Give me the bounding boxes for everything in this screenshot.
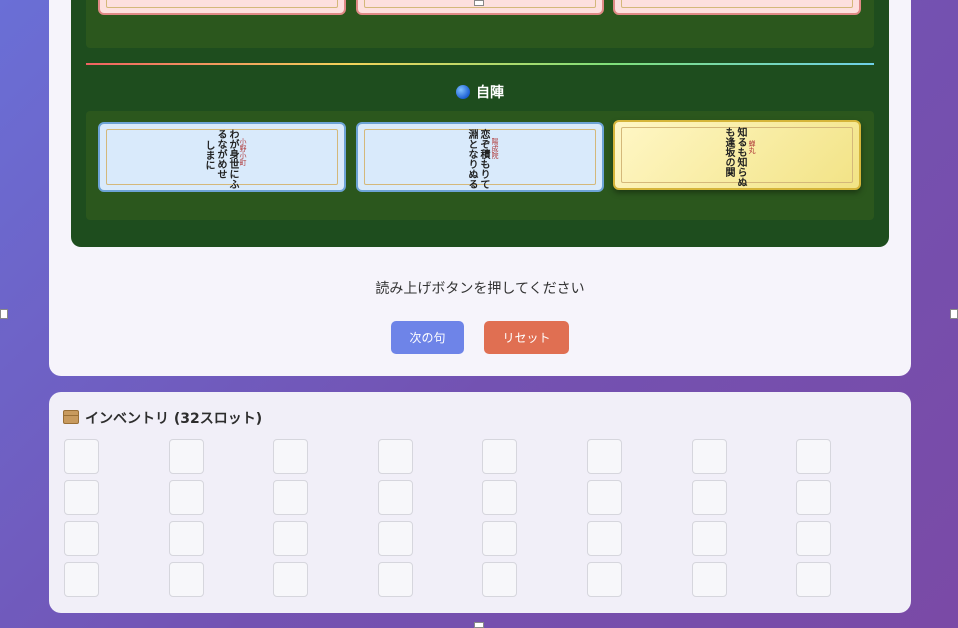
package-icon	[63, 410, 79, 424]
opponent-zone: れよ れば りと	[86, 0, 874, 48]
card-self-1[interactable]: 小野小町 わが身世にふ るながめせ しまに	[98, 122, 346, 192]
inventory-slot[interactable]	[482, 480, 518, 515]
blue-circle-icon	[456, 85, 470, 99]
card-opponent-3[interactable]: りと	[613, 0, 861, 15]
card-opponent-1[interactable]: れよ	[98, 0, 346, 15]
inventory-slot[interactable]	[168, 439, 204, 474]
inventory-slot[interactable]	[587, 562, 622, 597]
inventory-slot[interactable]	[482, 521, 518, 556]
inventory-slot[interactable]	[796, 562, 832, 597]
inventory-slot[interactable]	[796, 521, 832, 556]
card-line: しまに	[203, 140, 214, 170]
card-poet: 蝉丸	[748, 140, 756, 154]
card-frame	[106, 0, 338, 8]
inventory-slot[interactable]	[691, 480, 727, 515]
card-poet: 小野小町	[239, 138, 247, 166]
inventory-slot[interactable]	[168, 562, 204, 597]
inventory-slot[interactable]	[377, 562, 413, 597]
karuta-board: れよ れば りと 自陣 小野小町 わが身世にふ るながめせ しまに 陽成院 恋ぞ…	[71, 0, 889, 247]
inventory-slot[interactable]	[587, 439, 622, 474]
inventory-slot[interactable]	[273, 562, 309, 597]
card-line: 恋ぞ積もりて	[478, 129, 489, 189]
inventory-slot[interactable]	[691, 562, 727, 597]
inventory-slot[interactable]	[377, 521, 413, 556]
card-self-3[interactable]: 蝉丸 知るも知らぬ も逢坂の関	[613, 120, 861, 190]
inventory-slot[interactable]	[587, 480, 622, 515]
status-message: 読み上げボタンを押してください	[375, 281, 585, 297]
card-line: 知るも知らぬ	[735, 127, 746, 187]
inventory-slot[interactable]	[377, 439, 413, 474]
inventory-slot[interactable]	[168, 480, 204, 515]
card-line: 淵となりぬる	[466, 129, 477, 189]
resize-handle-bottom[interactable]	[474, 622, 484, 628]
resize-handle-top[interactable]	[474, 0, 484, 6]
inventory-slot[interactable]	[273, 480, 309, 515]
card-line: も逢坂の関	[723, 127, 734, 177]
resize-handle-left[interactable]	[0, 309, 8, 319]
inventory-slot[interactable]	[482, 562, 518, 597]
self-zone: 小野小町 わが身世にふ るながめせ しまに 陽成院 恋ぞ積もりて 淵となりぬる …	[86, 111, 874, 220]
resize-handle-right[interactable]	[950, 309, 958, 319]
inventory-slot[interactable]	[482, 439, 518, 474]
inventory-slot[interactable]	[691, 521, 727, 556]
self-zone-title: 自陣	[476, 85, 504, 101]
next-verse-button[interactable]: 次の句	[391, 321, 464, 354]
inventory-title-text: インベントリ (32スロット)	[85, 411, 263, 427]
zone-divider	[86, 63, 874, 65]
inventory-panel: インベントリ (32スロット)	[49, 392, 911, 613]
inventory-slot[interactable]	[273, 521, 309, 556]
inventory-slot[interactable]	[377, 480, 413, 515]
card-line: わが身世にふ	[227, 129, 238, 189]
inventory-slot[interactable]	[64, 480, 99, 515]
inventory-slot[interactable]	[796, 480, 832, 515]
inventory-title: インベントリ (32スロット)	[63, 408, 262, 428]
inventory-slot[interactable]	[796, 439, 832, 474]
inventory-slot[interactable]	[691, 439, 727, 474]
inventory-slot[interactable]	[64, 439, 99, 474]
card-line: るながめせ	[215, 129, 226, 179]
card-frame	[621, 0, 853, 8]
card-self-2[interactable]: 陽成院 恋ぞ積もりて 淵となりぬる	[356, 122, 604, 192]
self-zone-label: 自陣	[71, 82, 889, 102]
inventory-slot[interactable]	[64, 521, 99, 556]
inventory-slot[interactable]	[587, 521, 622, 556]
inventory-slot[interactable]	[64, 562, 99, 597]
inventory-slot[interactable]	[273, 439, 309, 474]
reset-button[interactable]: リセット	[484, 321, 569, 354]
inventory-slot[interactable]	[168, 521, 204, 556]
card-poet: 陽成院	[491, 138, 499, 159]
